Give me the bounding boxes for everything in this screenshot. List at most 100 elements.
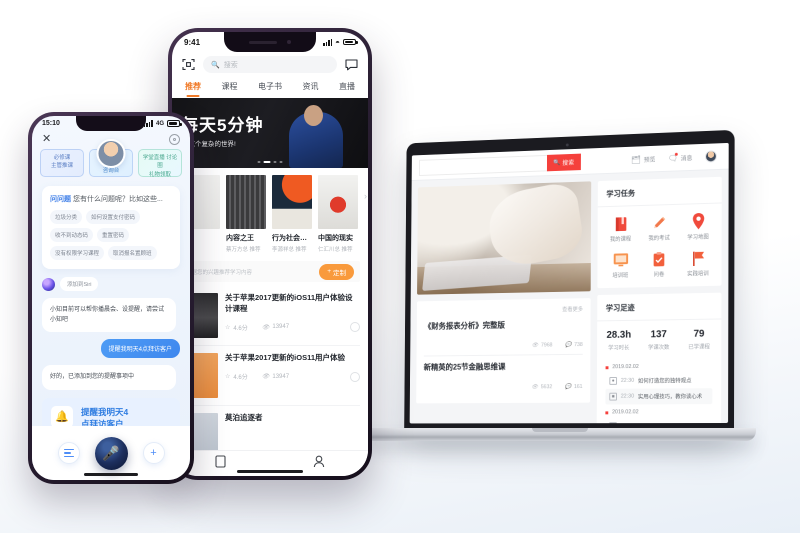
hero-banner[interactable]: 每天5分钟 懂这个复杂的世界! (172, 98, 368, 168)
front-camera-icon (287, 40, 291, 44)
laptop-main-column: 查看更多 《财务报表分析》完整版 👁 7968 💬 738 新精英的25节金融思… (416, 181, 592, 423)
book-item[interactable]: 内容之王 蔡万方总 推荐 (226, 175, 266, 253)
chip-suggestion[interactable]: 取消报名置顾班 (108, 246, 157, 260)
star-icon: ☆ (225, 374, 231, 380)
course-list-card: 查看更多 《财务报表分析》完整版 👁 7968 💬 738 新精英的25节金融思… (416, 298, 591, 403)
left-phone-device: 15:10 4G ✕ 必修课 主管推课 咨询台 学堂直播 讨论圈 礼物领取 问问… (28, 112, 194, 484)
books-carousel: 信集 内容之王 蔡万方总 推荐 行为社会科... 李源祥总 推荐 (172, 168, 368, 257)
course-meta: ☆ 4.6分 👁 13947 (225, 322, 360, 332)
customize-bar: 根据您的兴趣推荐学习内容 + 定制 (180, 261, 360, 282)
plus-icon: + (327, 268, 331, 275)
book-cover (272, 175, 312, 229)
topbar-item-message[interactable]: 🗨 消息 (668, 152, 693, 162)
book-sub: 仁汇川总 推荐 (318, 247, 353, 253)
list-item[interactable]: 关于苹果2017更新的iOS11用户体验设计课程 ☆ 4.6分 👁 13947 (180, 286, 360, 346)
chip-suggestion[interactable]: 垃圾分类 (50, 210, 83, 224)
book-item[interactable]: 行为社会科... 李源祥总 推荐 (272, 175, 312, 253)
trace-date: 2019.02.02 (605, 409, 712, 415)
quick-card-required-courses[interactable]: 必修课 主管推课 (40, 149, 84, 177)
star-icon: ☆ (225, 324, 231, 331)
hero-image (417, 181, 592, 295)
laptop-base-notch (532, 428, 588, 433)
topbar-item-folder[interactable]: 🗂 预览 (631, 154, 655, 164)
book-name: 中国的现实 (318, 235, 353, 242)
course-row[interactable]: 新精英的25节金融思维课 👁 5632 💬 161 (423, 355, 583, 397)
tab-ebooks[interactable]: 电子书 (258, 81, 282, 98)
chip-suggestion[interactable]: 如何设置支付密码 (86, 210, 141, 224)
task-item-learning-map[interactable]: 学习地图 (678, 212, 717, 241)
trace-entry[interactable]: ● 22:30 如何打造您的独特观点 (605, 372, 712, 389)
course-rating: ☆ 4.6分 (225, 323, 248, 332)
task-label: 培训班 (612, 272, 629, 280)
stat-label: 学习时长 (608, 345, 630, 352)
trace-entry[interactable]: ✓ 22:30 参加了商前新人培训考试 (605, 418, 712, 424)
course-meta: 👁 7968 💬 738 (424, 342, 583, 350)
task-item-practice-training[interactable]: 实践培训 (678, 249, 717, 278)
book-item[interactable]: 中国的现实 仁汇川总 推荐 (318, 175, 358, 253)
exam-icon: ✓ (609, 422, 617, 424)
task-label: 问卷 (653, 272, 665, 279)
tab-recommend[interactable]: 推荐 (185, 81, 201, 98)
chip-suggestion[interactable]: 重置密码 (97, 228, 130, 242)
microphone-icon[interactable]: 🎤 (94, 436, 128, 470)
laptop-search[interactable]: 🔍 搜索 (418, 153, 581, 176)
trace-entry[interactable]: ■ 22:30 实用心理技巧，教你读心术 (605, 388, 713, 405)
profile-tab-icon[interactable] (313, 455, 325, 473)
laptop-topbar-actions: 🗂 预览 🗨 消息 (631, 150, 721, 165)
book-cover (318, 175, 358, 229)
chip-suggestion[interactable]: 没有权限学习课程 (50, 246, 105, 260)
course-title: 关于苹果2017更新的iOS11用户体验设计课程 (225, 293, 353, 313)
message-icon[interactable] (345, 58, 358, 71)
book-name: 行为社会科... (272, 235, 312, 242)
task-label: 我的考试 (648, 235, 670, 243)
search-input[interactable]: 🔍 搜索 (203, 56, 337, 73)
customize-button-label: 定制 (333, 269, 346, 277)
close-icon[interactable]: ✕ (42, 134, 51, 145)
book-sub: 李源祥总 推荐 (272, 247, 307, 253)
chevron-right-icon[interactable]: › (364, 175, 367, 201)
task-item-my-courses[interactable]: 我的课程 (601, 215, 639, 243)
plus-icon[interactable]: + (142, 442, 165, 464)
course-comments-value: 161 (573, 383, 583, 390)
avatar[interactable] (705, 150, 717, 163)
screen-icon (601, 251, 639, 269)
banner-dots[interactable] (257, 161, 283, 163)
task-label: 实践培训 (687, 271, 709, 278)
task-item-survey[interactable]: 问卷 (640, 250, 679, 278)
list-item[interactable]: 关于苹果2017更新的iOS11用户体验 ☆ 4.6分 👁 13947 (180, 346, 360, 406)
eye-icon: 👁 (261, 374, 270, 380)
keyboard-icon[interactable] (57, 442, 80, 464)
task-item-training-class[interactable]: 培训班 (601, 251, 639, 279)
customize-button[interactable]: + 定制 (319, 263, 354, 280)
status-time: 15:10 (42, 120, 60, 127)
play-icon[interactable] (350, 322, 360, 332)
play-icon[interactable] (350, 371, 360, 382)
task-item-my-exams[interactable]: 我的考试 (640, 214, 679, 243)
course-main: 关于苹果2017更新的iOS11用户体验设计课程 ☆ 4.6分 👁 13947 (225, 293, 360, 338)
trace-timeline: 2019.02.02 ● 22:30 如何打造您的独特观点 ■ 22:30 实用… (597, 363, 722, 424)
task-label: 我的课程 (609, 236, 632, 244)
quick-card-live-hall[interactable]: 学堂直播 讨论圈 礼物领取 (138, 149, 182, 178)
course-meta: ☆ 4.6分 👁 13947 (225, 371, 360, 382)
center-phone-screen: 9:41 ◓ 🔍 搜索 推荐 课程 电子书 资讯 直播 每天5分钟 懂这个复杂的… (172, 32, 368, 476)
gear-icon[interactable] (169, 134, 180, 145)
book-tab-icon[interactable] (215, 454, 226, 473)
chip-suggestion[interactable]: 收不到动态码 (50, 228, 94, 242)
folder-icon: 🗂 (631, 154, 641, 164)
question-box-hint: 您有什么问题呢？比如这些... (72, 196, 163, 203)
laptop-search-button[interactable]: 🔍 搜索 (546, 153, 581, 171)
course-row[interactable]: 《财务报表分析》完整版 👁 7968 💬 738 (423, 312, 583, 357)
add-to-siri-button[interactable]: 添加到Siri (60, 277, 99, 291)
tab-courses[interactable]: 课程 (222, 81, 238, 98)
laptop-search-input[interactable] (418, 154, 547, 176)
book-name: 内容之王 (226, 235, 254, 242)
battery-icon (343, 38, 358, 46)
course-rating-value: 4.6分 (233, 325, 248, 332)
home-indicator (84, 473, 138, 476)
trace-entry-text: 如何打造您的独特观点 (637, 378, 692, 385)
tab-live[interactable]: 直播 (339, 81, 355, 98)
stat-value: 137 (650, 329, 667, 341)
tab-news[interactable]: 资讯 (303, 81, 319, 98)
assistant-bottom-bar: 🎤 + (32, 426, 190, 480)
scan-icon[interactable] (182, 58, 195, 71)
